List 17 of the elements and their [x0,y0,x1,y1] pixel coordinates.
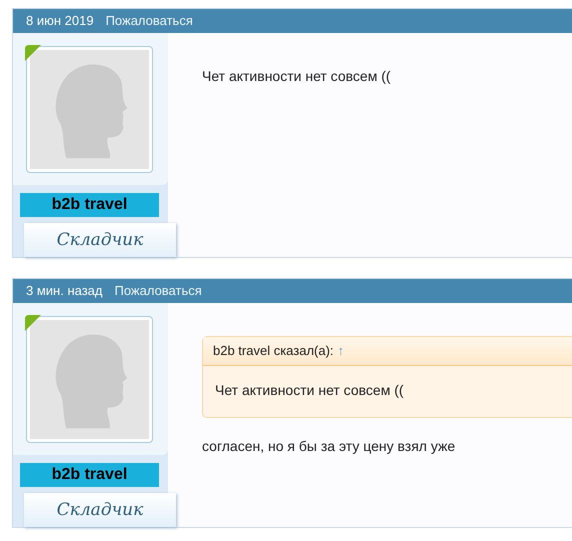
jump-to-post-link[interactable]: ↑ [338,343,344,358]
user-rank-banner: Складчик [24,223,176,257]
avatar-icon[interactable] [26,46,153,173]
avatar-icon[interactable] [26,316,153,443]
quote-attribution: b2b travel сказал(а): [213,343,334,358]
corner-mark-icon [25,45,41,61]
user-rank-banner: Складчик [24,493,176,527]
post-message: Чет активности нет совсем (( [202,67,392,86]
post-date: 8 июн 2019 [26,12,94,30]
username-label[interactable]: b2b travel [20,193,159,217]
quote-text: Чет активности нет совсем (( [214,380,405,400]
post-date: 3 мин. назад [26,282,102,300]
post-message: согласен, но я бы за эту цену взял уже [202,436,456,456]
report-link[interactable]: Пожаловаться [114,281,202,301]
corner-mark-icon [25,315,41,331]
username-label[interactable]: b2b travel [20,463,159,487]
report-link[interactable]: Пожаловаться [106,11,193,31]
